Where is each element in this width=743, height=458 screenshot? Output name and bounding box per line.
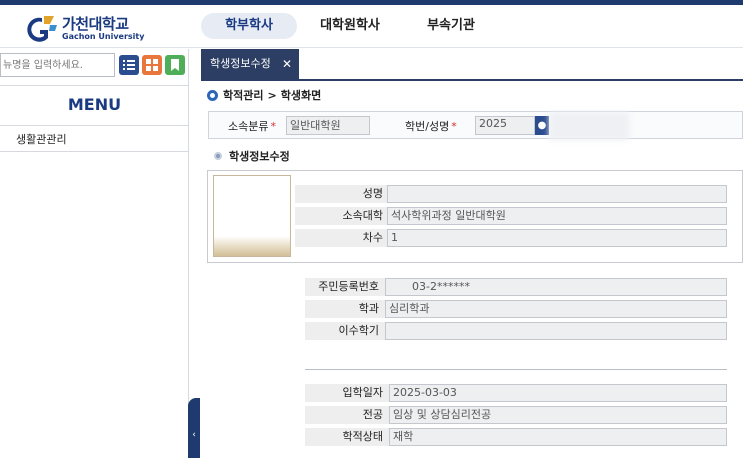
breadcrumb: 학적관리 > 학생화면 (207, 87, 321, 103)
affiliation-field[interactable]: 일반대학원 (286, 116, 370, 135)
resident-number-label: 주민등록번호 (305, 278, 385, 296)
menu-search-row (0, 53, 189, 79)
redacted-area (549, 112, 629, 140)
university-logo[interactable]: 가천대학교 Gachon University (24, 14, 144, 44)
menu-search-input[interactable] (0, 53, 115, 77)
nav-graduate[interactable]: 대학원학사 (306, 13, 394, 39)
department-field[interactable]: 심리학과 (385, 300, 727, 318)
tab-student-info-edit[interactable]: 학생정보수정 ✕ (201, 49, 299, 79)
nav-affiliated[interactable]: 부속기관 (413, 13, 489, 39)
semester-label: 이수학기 (305, 322, 385, 340)
chevron-left-icon: ‹ (192, 430, 196, 440)
student-id-label: 학번/성명 * (405, 120, 457, 133)
breadcrumb-parent: 학적관리 (223, 89, 264, 102)
search-filter-box: 소속분류 * 일반대학원 학번/성명 * 2025 ● (208, 111, 743, 140)
student-photo (213, 175, 291, 257)
header: 가천대학교 Gachon University 학부학사 대학원학사 부속기관 (0, 5, 743, 48)
admission-date-field[interactable]: 2025-03-03 (389, 384, 727, 402)
sidebar-item-dormitory[interactable]: 생활관관리 (0, 127, 189, 152)
grade-field[interactable]: 1 (387, 229, 727, 247)
breadcrumb-bullet-icon (207, 89, 218, 101)
nav-undergraduate[interactable]: 학부학사 (201, 13, 297, 39)
search-button[interactable]: ● (535, 116, 549, 135)
menu-title: MENU (0, 85, 189, 126)
grid-view-button[interactable] (142, 55, 162, 75)
tab-underline (201, 79, 743, 81)
student-id-field[interactable]: 2025 (475, 116, 535, 135)
college-label: 소속대학 (295, 207, 389, 225)
semester-field[interactable] (385, 322, 727, 340)
close-icon[interactable]: ✕ (282, 49, 292, 79)
search-icon: ● (537, 120, 547, 131)
breadcrumb-current: 학생화면 (280, 89, 322, 102)
academic-status-label: 학적상태 (305, 428, 389, 446)
sidebar-collapse-handle[interactable] (188, 398, 200, 458)
college-field[interactable]: 석사학위과정 일반대학원 (387, 207, 727, 225)
academic-status-field[interactable]: 재학 (389, 428, 727, 446)
section-title: 학생정보수정 (214, 148, 290, 164)
list-icon (123, 60, 135, 70)
name-field[interactable] (387, 185, 727, 203)
breadcrumb-separator: > (267, 88, 277, 102)
tab-label: 학생정보수정 (210, 57, 271, 70)
affiliation-label: 소속분류 * (228, 120, 276, 133)
name-label: 성명 (295, 185, 389, 203)
major-label: 전공 (305, 406, 389, 424)
resident-number-field[interactable]: 03-2****** (385, 278, 727, 296)
list-view-button[interactable] (119, 55, 139, 75)
major-field[interactable]: 임상 및 상담심리전공 (389, 406, 727, 424)
department-label: 학과 (305, 300, 385, 318)
grade-label: 차수 (295, 229, 389, 247)
logo-english-text: Gachon University (62, 32, 145, 41)
grid-icon (146, 59, 158, 71)
logo-korean-text: 가천대학교 (62, 15, 129, 33)
main-content: 학생정보수정 ✕ 학적관리 > 학생화면 소속분류 * 일반대학원 학번/성명 * … (201, 49, 743, 458)
bookmark-button[interactable] (165, 55, 185, 75)
section-title-text: 학생정보수정 (229, 150, 290, 163)
gachon-logo-icon (24, 14, 58, 44)
bookmark-icon (171, 59, 179, 71)
admission-date-label: 입학일자 (305, 384, 389, 402)
sidebar: MENU 생활관관리 (0, 49, 189, 458)
section-bullet-icon (214, 152, 222, 160)
section-divider (305, 369, 727, 370)
